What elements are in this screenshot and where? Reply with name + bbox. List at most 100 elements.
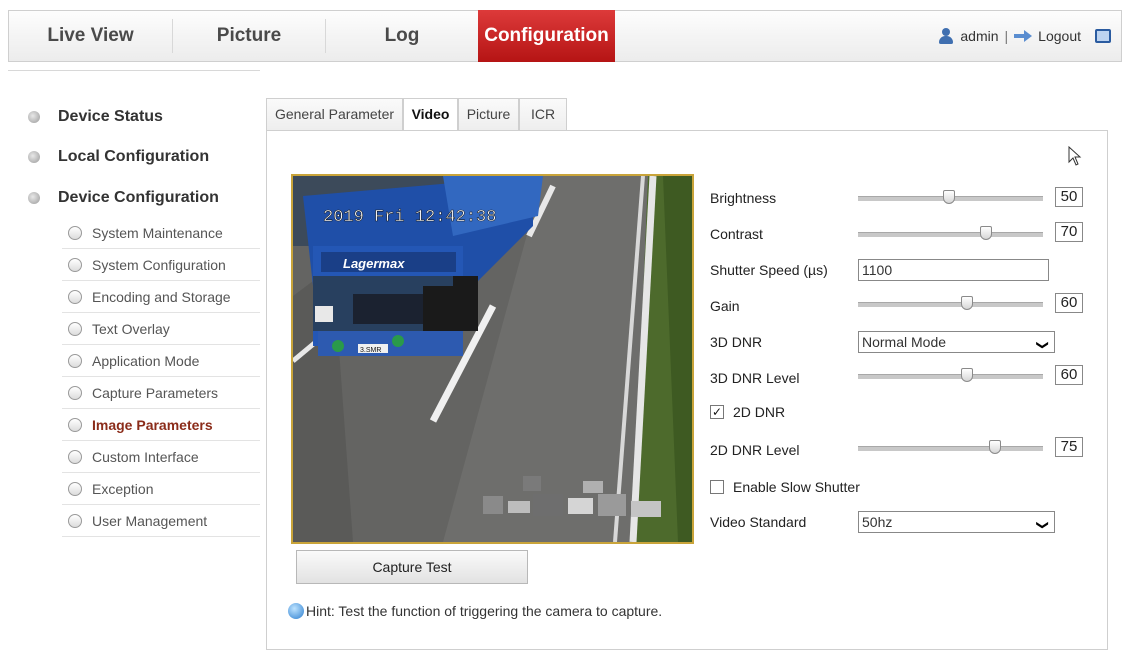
tab-picture[interactable]: Picture xyxy=(458,98,519,130)
sidebar-group-device-status[interactable]: Device Status xyxy=(28,106,163,128)
sidebar-item-system-configuration[interactable]: System Configuration xyxy=(62,249,260,281)
sidebar-item-image-parameters[interactable]: Image Parameters xyxy=(62,409,260,441)
3d-dnr-selected-value: Normal Mode xyxy=(862,334,947,350)
sidebar-item-user-management[interactable]: User Management xyxy=(62,505,260,537)
2d-dnr-checkbox[interactable]: ✓ xyxy=(710,405,724,419)
osd-timestamp: 2019 Fri 12:42:38 xyxy=(323,208,496,227)
video-standard-selected-value: 50hz xyxy=(862,514,893,530)
sidebar-item-label: System Maintenance xyxy=(92,224,223,241)
tab-icr[interactable]: ICR xyxy=(519,98,567,130)
slider-track xyxy=(858,374,1043,379)
nav-tab-configuration[interactable]: Configuration xyxy=(478,10,615,62)
nav-tab-live-view[interactable]: Live View xyxy=(9,11,172,61)
shutter-speed-input[interactable]: 1100 xyxy=(858,259,1049,281)
radio-icon xyxy=(68,417,82,432)
nav-tab-log[interactable]: Log xyxy=(326,11,478,61)
slider-track xyxy=(858,446,1043,451)
gain-value[interactable]: 60 xyxy=(1055,293,1083,313)
hint-text: Hint: Test the function of triggering th… xyxy=(306,603,663,619)
hint-line: Hint: Test the function of triggering th… xyxy=(288,603,662,619)
sidebar-item-label: Capture Parameters xyxy=(92,384,219,401)
info-icon xyxy=(288,603,304,619)
shutter-speed-label: Shutter Speed (µs) xyxy=(710,262,828,278)
2d-dnr-label: 2D DNR xyxy=(733,404,786,420)
radio-icon xyxy=(68,385,82,400)
sidebar-item-text-overlay[interactable]: Text Overlay xyxy=(62,313,260,345)
brightness-label: Brightness xyxy=(710,190,777,206)
sidebar-group-label: Local Configuration xyxy=(58,148,210,165)
3d-dnr-level-value[interactable]: 60 xyxy=(1055,365,1083,385)
2d-dnr-level-value[interactable]: 75 xyxy=(1055,437,1083,457)
help-icon[interactable] xyxy=(1095,29,1111,43)
sidebar-item-label: Text Overlay xyxy=(92,320,170,337)
sidebar-group-label: Device Status xyxy=(58,108,163,125)
radio-icon xyxy=(68,513,82,528)
logout-link[interactable]: Logout xyxy=(1038,11,1081,61)
sidebar-item-label: Encoding and Storage xyxy=(92,288,231,305)
3d-dnr-level-slider[interactable] xyxy=(858,366,1043,386)
sidebar-item-system-maintenance[interactable]: System Maintenance xyxy=(62,217,260,249)
slider-track xyxy=(858,232,1043,237)
slider-thumb[interactable] xyxy=(988,440,1001,454)
sidebar-item-label: Exception xyxy=(92,480,154,497)
gain-label: Gain xyxy=(710,298,740,314)
slow-shutter-checkbox[interactable] xyxy=(710,480,724,494)
sidebar-item-custom-interface[interactable]: Custom Interface xyxy=(62,441,260,473)
sidebar-group-local-configuration[interactable]: Local Configuration xyxy=(28,146,209,168)
radio-icon xyxy=(68,289,82,304)
user-icon xyxy=(938,28,954,44)
sidebar-item-application-mode[interactable]: Application Mode xyxy=(62,345,260,377)
top-navigation-bar: Live View Picture Log Configuration admi… xyxy=(8,10,1122,62)
contrast-slider[interactable] xyxy=(858,224,1043,244)
sidebar-item-label: User Management xyxy=(92,512,208,529)
video-standard-label: Video Standard xyxy=(710,514,807,530)
sidebar-item-exception[interactable]: Exception xyxy=(62,473,260,505)
slider-thumb[interactable] xyxy=(942,190,955,204)
radio-icon xyxy=(68,225,82,240)
capture-test-button[interactable]: Capture Test xyxy=(296,550,528,584)
radio-icon xyxy=(68,353,82,368)
truck-brand-text: Lagermax xyxy=(343,256,405,271)
brightness-value[interactable]: 50 xyxy=(1055,187,1083,207)
bullet-icon xyxy=(28,111,40,123)
contrast-value[interactable]: 70 xyxy=(1055,222,1083,242)
gain-slider[interactable] xyxy=(858,294,1043,314)
radio-icon xyxy=(68,321,82,336)
user-separator: | xyxy=(1004,28,1009,44)
mouse-cursor-icon xyxy=(1068,146,1082,166)
road-scene-image: Lagermax 3.SMR 2019 Fri 12:42:38 xyxy=(293,176,692,542)
radio-icon xyxy=(68,449,82,464)
video-preview: Lagermax 3.SMR 2019 Fri 12:42:38 xyxy=(291,174,694,544)
contrast-label: Contrast xyxy=(710,226,763,242)
tab-video[interactable]: Video xyxy=(403,98,458,131)
3d-dnr-level-label: 3D DNR Level xyxy=(710,370,800,386)
sidebar-item-label: Custom Interface xyxy=(92,448,199,465)
nav-tab-picture[interactable]: Picture xyxy=(173,11,325,61)
3d-dnr-select[interactable]: Normal Mode ❯ xyxy=(858,331,1055,353)
sidebar-item-label: System Configuration xyxy=(92,256,226,273)
chevron-down-icon: ❯ xyxy=(1035,519,1050,531)
brightness-slider[interactable] xyxy=(858,188,1043,208)
2d-dnr-level-slider[interactable] xyxy=(858,438,1043,458)
bullet-icon xyxy=(28,192,40,204)
chevron-down-icon: ❯ xyxy=(1035,339,1050,351)
slider-track xyxy=(858,302,1043,307)
slow-shutter-label: Enable Slow Shutter xyxy=(733,479,860,495)
slider-thumb[interactable] xyxy=(979,226,992,240)
slider-thumb[interactable] xyxy=(961,368,974,382)
radio-icon xyxy=(68,481,82,496)
sidebar-item-encoding-and-storage[interactable]: Encoding and Storage xyxy=(62,281,260,313)
video-standard-select[interactable]: 50hz ❯ xyxy=(858,511,1055,533)
slider-thumb[interactable] xyxy=(961,296,974,310)
radio-icon xyxy=(68,257,82,272)
sidebar-item-label: Application Mode xyxy=(92,352,200,369)
logout-icon[interactable] xyxy=(1014,30,1033,42)
sidebar-group-label: Device Configuration xyxy=(58,189,219,206)
2d-dnr-level-label: 2D DNR Level xyxy=(710,442,800,458)
username: admin xyxy=(960,28,999,44)
sidebar-item-capture-parameters[interactable]: Capture Parameters xyxy=(62,377,260,409)
sidebar: Device Status Local Configuration Device… xyxy=(8,70,260,638)
sidebar-group-device-configuration[interactable]: Device Configuration xyxy=(28,187,219,209)
tab-general-parameter[interactable]: General Parameter xyxy=(266,98,403,130)
3d-dnr-label: 3D DNR xyxy=(710,334,763,350)
